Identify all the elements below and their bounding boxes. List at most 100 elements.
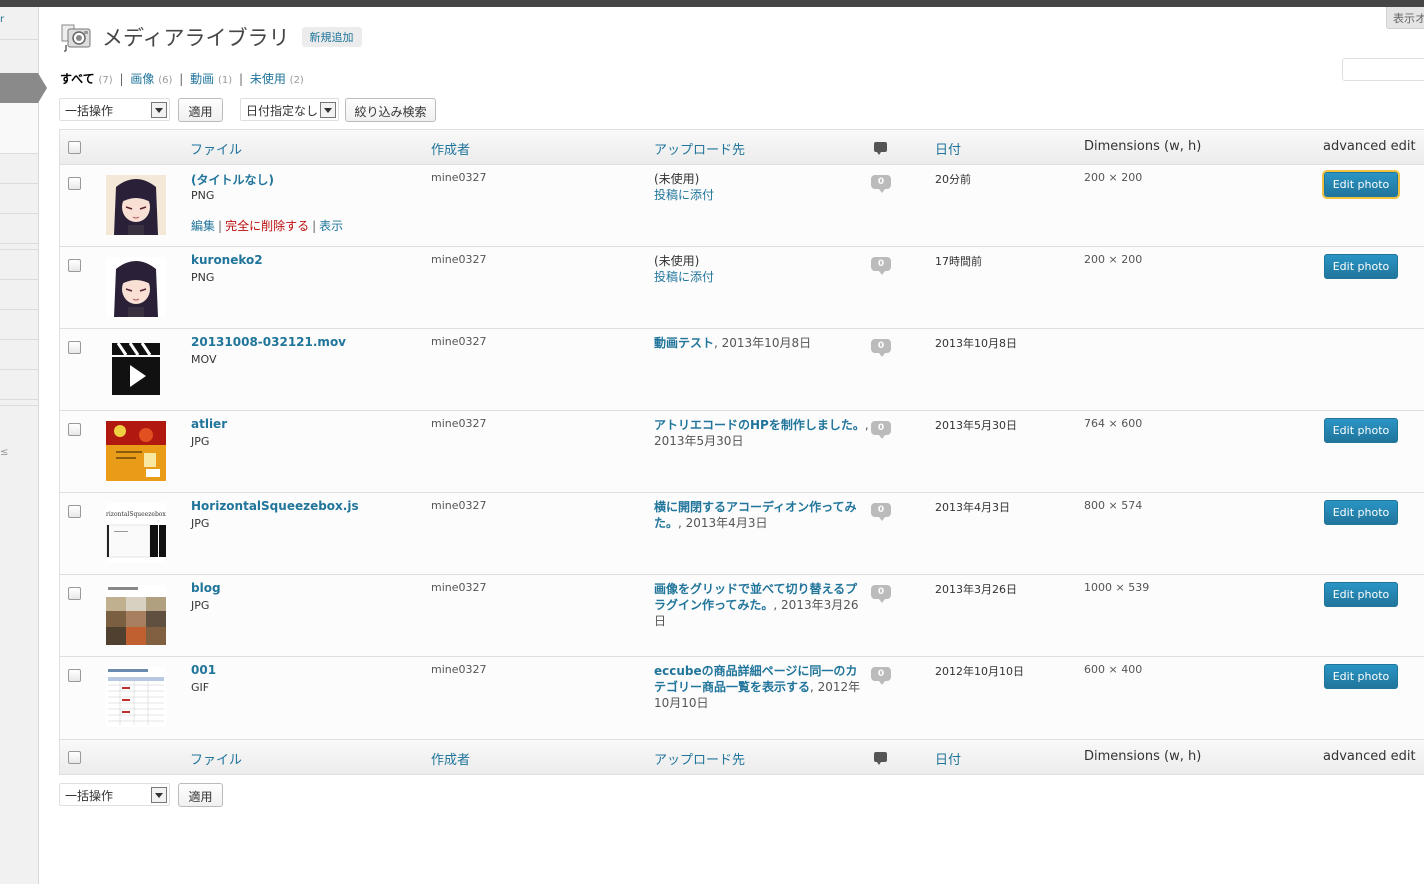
column-date[interactable]: 日付 [935, 139, 961, 158]
sidebar-item-media-active[interactable] [0, 73, 38, 103]
add-new-button[interactable]: 新規追加 [301, 27, 362, 47]
file-name-link[interactable]: 20131008-032121.mov [191, 335, 346, 349]
menu-divider [0, 243, 38, 244]
sidebar-fragment[interactable]: r [0, 14, 4, 25]
column-file[interactable]: ファイル [190, 749, 242, 768]
column-advanced-edit: advanced edit [1323, 749, 1416, 764]
row-checkbox[interactable] [68, 259, 81, 272]
comment-count-bubble[interactable]: 0 [871, 257, 891, 275]
filter-count: (1) [217, 75, 233, 86]
thumbnail-image[interactable] [106, 339, 166, 399]
thumbnail-image[interactable] [106, 257, 166, 317]
page-title: メディアライブラリ [102, 26, 290, 50]
date-filter-select[interactable]: 日付指定なし [240, 98, 339, 121]
menu-divider [0, 399, 38, 400]
thumbnail-image[interactable] [106, 585, 166, 645]
comments-column-icon[interactable] [874, 752, 887, 765]
menu-divider [0, 39, 38, 40]
row-checkbox[interactable] [68, 505, 81, 518]
file-name-link[interactable]: atlier [191, 417, 227, 431]
file-type: JPG [191, 517, 210, 530]
filter-count: (7) [98, 75, 113, 86]
row-actions: 編集 | 完全に削除する | 表示 [191, 217, 343, 234]
unattached-label: (未使用) [654, 254, 700, 268]
image-dimensions: 800 × 574 [1084, 499, 1143, 512]
table-row: kuroneko2 PNG mine0327 (未使用) 投稿に添付 0 17時… [60, 247, 1424, 329]
parent-post-link[interactable]: 動画テスト [654, 336, 714, 350]
uploaded-to-cell: (未使用) 投稿に添付 [654, 253, 869, 285]
bulk-action-select-bottom[interactable]: 一括操作 [59, 783, 170, 806]
attach-to-post-link[interactable]: 投稿に添付 [654, 187, 869, 203]
column-file[interactable]: ファイル [190, 139, 242, 158]
uploaded-to-cell: 画像をグリッドで並べて切り替えるプラグイン作ってみた。, 2013年3月26日 [654, 581, 869, 629]
image-dimensions: 200 × 200 [1084, 253, 1143, 266]
sidebar-collapse-fragment[interactable]: ≤ [0, 447, 8, 458]
media-library-icon [61, 24, 91, 52]
row-checkbox[interactable] [68, 177, 81, 190]
table-row: 001 GIF mine0327 eccubeの商品詳細ページに同一のカテゴリー… [60, 657, 1424, 739]
author-name: mine0327 [431, 663, 487, 676]
menu-divider [0, 339, 38, 340]
edit-photo-button[interactable]: Edit photo [1324, 582, 1398, 607]
select-all-checkbox[interactable] [68, 141, 81, 154]
file-type: PNG [191, 189, 215, 202]
edit-link[interactable]: 編集 [191, 219, 215, 233]
edit-photo-button[interactable]: Edit photo [1324, 254, 1398, 279]
file-type: MOV [191, 353, 217, 366]
column-author[interactable]: 作成者 [431, 139, 470, 158]
bulk-action-select-top[interactable]: 一括操作 [59, 98, 170, 121]
file-name-link[interactable]: blog [191, 581, 221, 595]
select-all-checkbox[interactable] [68, 751, 81, 764]
anime-girl-thumbnail [106, 175, 166, 235]
filter-button[interactable]: 絞り込み検索 [345, 98, 436, 122]
author-name: mine0327 [431, 499, 487, 512]
edit-photo-button[interactable]: Edit photo [1324, 172, 1398, 197]
comment-count-bubble[interactable]: 0 [871, 503, 891, 521]
attach-to-post-link[interactable]: 投稿に添付 [654, 269, 869, 285]
column-dimensions: Dimensions (w, h) [1084, 749, 1202, 764]
filter-images[interactable]: 画像 [130, 72, 154, 86]
row-checkbox[interactable] [68, 587, 81, 600]
author-name: mine0327 [431, 253, 487, 266]
thumbnail-image[interactable] [106, 421, 166, 481]
file-type: PNG [191, 271, 215, 284]
file-name-link[interactable]: kuroneko2 [191, 253, 263, 267]
edit-photo-button[interactable]: Edit photo [1324, 418, 1398, 443]
file-name-link[interactable]: (タイトルなし) [191, 171, 274, 188]
row-checkbox[interactable] [68, 669, 81, 682]
view-link[interactable]: 表示 [319, 219, 343, 233]
column-uploaded-to[interactable]: アップロード先 [654, 139, 745, 158]
comment-count-bubble[interactable]: 0 [871, 421, 891, 439]
filter-unattached[interactable]: 未使用 [250, 72, 286, 86]
file-name-link[interactable]: HorizontalSqueezebox.js [191, 499, 359, 513]
thumbnail-image[interactable]: rizontalSqueezebox [106, 503, 166, 563]
blog-grid-thumbnail [106, 585, 166, 645]
file-name-link[interactable]: 001 [191, 663, 216, 677]
parent-post-link[interactable]: アトリエコードのHPを制作しました。 [654, 418, 865, 432]
edit-photo-button[interactable]: Edit photo [1324, 664, 1398, 689]
file-type: GIF [191, 681, 210, 694]
apply-button-top[interactable]: 適用 [178, 98, 223, 122]
filter-links: すべて (7) | 画像 (6) | 動画 (1) | 未使用 (2) [60, 70, 304, 87]
comments-column-icon[interactable] [874, 142, 887, 155]
parent-post-date: , 2013年4月3日 [678, 516, 768, 530]
apply-button-bottom[interactable]: 適用 [178, 783, 223, 807]
delete-permanently-link[interactable]: 完全に削除する [225, 219, 309, 233]
filter-all[interactable]: すべて [60, 72, 95, 86]
video-clapper-icon [112, 342, 160, 395]
thumbnail-image[interactable] [106, 175, 166, 235]
screen-options-tab[interactable]: 表示オ [1386, 7, 1424, 29]
search-input[interactable] [1342, 58, 1424, 81]
thumbnail-image[interactable] [106, 667, 166, 727]
filter-video[interactable]: 動画 [190, 72, 214, 86]
comment-count-bubble[interactable]: 0 [871, 175, 891, 193]
comment-count-bubble[interactable]: 0 [871, 667, 891, 685]
row-checkbox[interactable] [68, 423, 81, 436]
comment-count-bubble[interactable]: 0 [871, 339, 891, 357]
comment-count-bubble[interactable]: 0 [871, 585, 891, 603]
row-checkbox[interactable] [68, 341, 81, 354]
column-uploaded-to[interactable]: アップロード先 [654, 749, 745, 768]
column-date[interactable]: 日付 [935, 749, 961, 768]
column-author[interactable]: 作成者 [431, 749, 470, 768]
edit-photo-button[interactable]: Edit photo [1324, 500, 1398, 525]
